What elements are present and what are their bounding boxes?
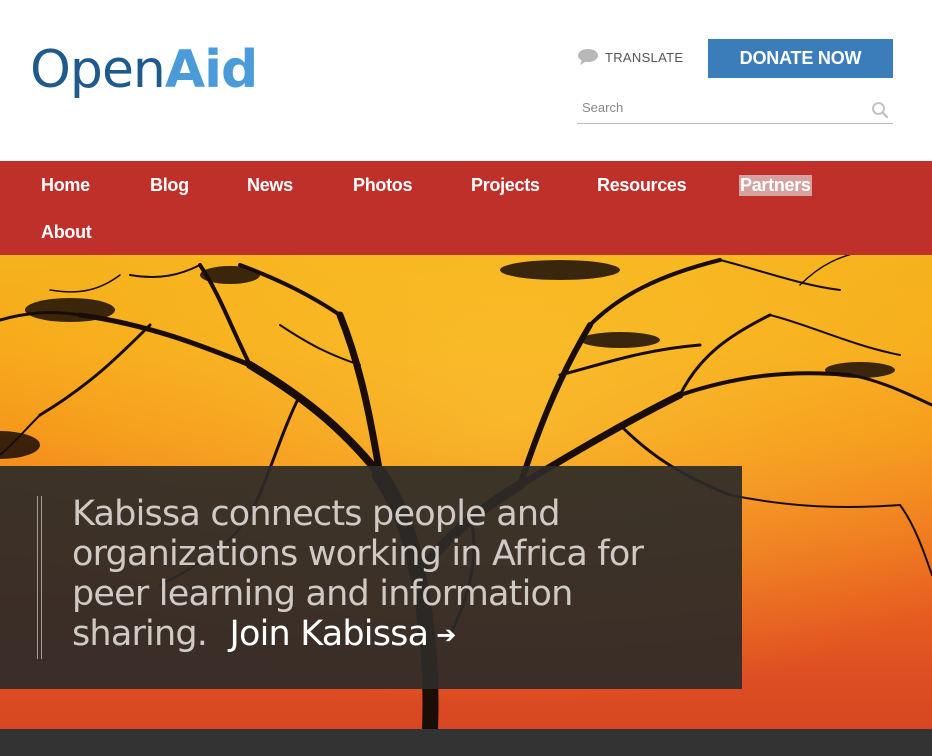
nav-item-resources[interactable]: Resources [597, 175, 687, 196]
nav-item-projects[interactable]: Projects [471, 175, 540, 196]
donate-now-button[interactable]: DONATE NOW [708, 39, 893, 78]
hero-caption-panel: Kabissa connects people and organization… [0, 466, 742, 689]
translate-link[interactable]: TRANSLATE [577, 48, 683, 66]
nav-item-photos[interactable]: Photos [353, 175, 413, 196]
hero-banner: Kabissa connects people and organization… [0, 255, 932, 729]
translate-label: TRANSLATE [605, 49, 684, 65]
caption-divider [37, 496, 42, 659]
search-input[interactable] [580, 96, 860, 118]
join-kabissa-link[interactable]: Join Kabissa ➔ [229, 614, 456, 654]
main-nav: Home Blog News Photos Projects Resources… [0, 152, 932, 255]
logo-text-aid: Aid [164, 40, 258, 100]
nav-item-news[interactable]: News [247, 175, 293, 196]
nav-item-about[interactable]: About [41, 222, 92, 243]
nav-item-blog[interactable]: Blog [150, 175, 189, 196]
nav-item-home[interactable]: Home [27, 152, 103, 196]
arrow-right-icon: ➔ [436, 621, 456, 649]
nav-item-partners[interactable]: Partners [739, 175, 812, 196]
site-logo[interactable]: OpenAid [30, 44, 258, 96]
speech-bubble-icon [578, 49, 598, 65]
logo-text-open: Open [30, 40, 166, 100]
site-header: OpenAid TRANSLATE DONATE NOW [0, 0, 932, 161]
join-kabissa-label: Join Kabissa [229, 614, 429, 654]
footer-strip [0, 729, 932, 756]
hero-caption: Kabissa connects people and organization… [72, 494, 712, 655]
search-box [577, 94, 893, 124]
search-icon[interactable] [871, 101, 889, 119]
